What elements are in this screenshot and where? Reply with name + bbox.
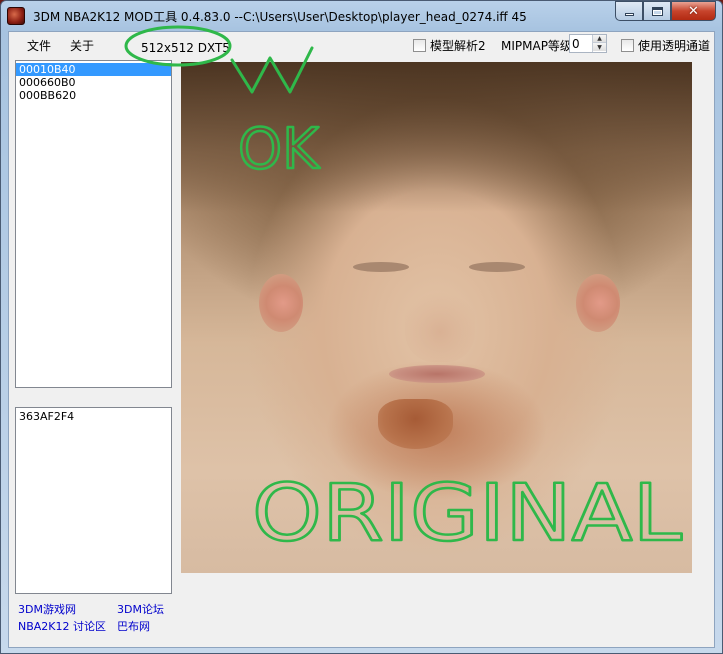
transparency-checkbox-box[interactable] bbox=[621, 39, 634, 52]
app-window: 3DM NBA2K12 MOD工具 0.4.83.0 --C:\Users\Us… bbox=[0, 0, 723, 654]
link-3dm-site[interactable]: 3DM游戏网 bbox=[18, 601, 76, 617]
close-icon: ✕ bbox=[688, 3, 699, 19]
spinner-buttons: ▲ ▼ bbox=[592, 35, 606, 52]
transparency-checkbox[interactable]: 使用透明通道 bbox=[621, 37, 710, 54]
mipmap-level-value[interactable]: 0 bbox=[572, 37, 580, 51]
title-bar[interactable]: 3DM NBA2K12 MOD工具 0.4.83.0 --C:\Users\Us… bbox=[1, 1, 722, 31]
menu-about[interactable]: 关于 bbox=[70, 37, 94, 54]
model-parse-label: 模型解析2 bbox=[430, 39, 486, 53]
close-button[interactable]: ✕ bbox=[671, 1, 716, 21]
mipmap-level-spinner[interactable]: 0 ▲ ▼ bbox=[569, 34, 607, 53]
maximize-icon bbox=[651, 6, 663, 16]
spin-down-icon[interactable]: ▼ bbox=[593, 43, 606, 51]
texture-ear-right bbox=[576, 274, 620, 332]
mipmap-label: MIPMAP等级 bbox=[501, 39, 572, 53]
link-nba2k12-area[interactable]: NBA2K12 讨论区 bbox=[18, 618, 106, 634]
client-area: 文件 关于 512x512 DXT5 模型解析2 MIPMAP等级 0 ▲ ▼ … bbox=[8, 31, 715, 648]
list-item[interactable]: 000660B0 bbox=[16, 76, 171, 89]
texture-hair-region bbox=[181, 62, 692, 212]
minimize-button[interactable] bbox=[615, 1, 643, 21]
texture-preview bbox=[181, 62, 692, 573]
spin-up-icon[interactable]: ▲ bbox=[593, 35, 606, 43]
transparency-label: 使用透明通道 bbox=[638, 39, 711, 53]
app-icon[interactable] bbox=[7, 7, 25, 25]
texture-id-list[interactable]: 00010B40 000660B0 000BB620 bbox=[15, 60, 172, 388]
window-title: 3DM NBA2K12 MOD工具 0.4.83.0 --C:\Users\Us… bbox=[33, 10, 527, 24]
texture-ear-left bbox=[259, 274, 303, 332]
minimize-icon bbox=[624, 13, 634, 16]
texture-eye-right bbox=[469, 262, 525, 272]
model-id-list[interactable]: 363AF2F4 bbox=[15, 407, 172, 594]
texture-mouth bbox=[389, 365, 485, 383]
list-item[interactable]: 363AF2F4 bbox=[16, 410, 171, 423]
maximize-button[interactable] bbox=[643, 1, 671, 21]
texture-nose bbox=[405, 287, 475, 362]
list-item[interactable]: 00010B40 bbox=[16, 63, 171, 76]
texture-format-label: 512x512 DXT5 bbox=[141, 41, 230, 55]
model-parse-checkbox-box[interactable] bbox=[413, 39, 426, 52]
link-3dm-forum[interactable]: 3DM论坛 bbox=[117, 601, 164, 617]
texture-goatee bbox=[378, 399, 453, 449]
menu-file[interactable]: 文件 bbox=[27, 37, 51, 54]
texture-eye-left bbox=[353, 262, 409, 272]
model-parse-checkbox[interactable]: 模型解析2 bbox=[413, 37, 486, 54]
list-item[interactable]: 000BB620 bbox=[16, 89, 171, 102]
link-babu[interactable]: 巴布网 bbox=[117, 618, 150, 634]
